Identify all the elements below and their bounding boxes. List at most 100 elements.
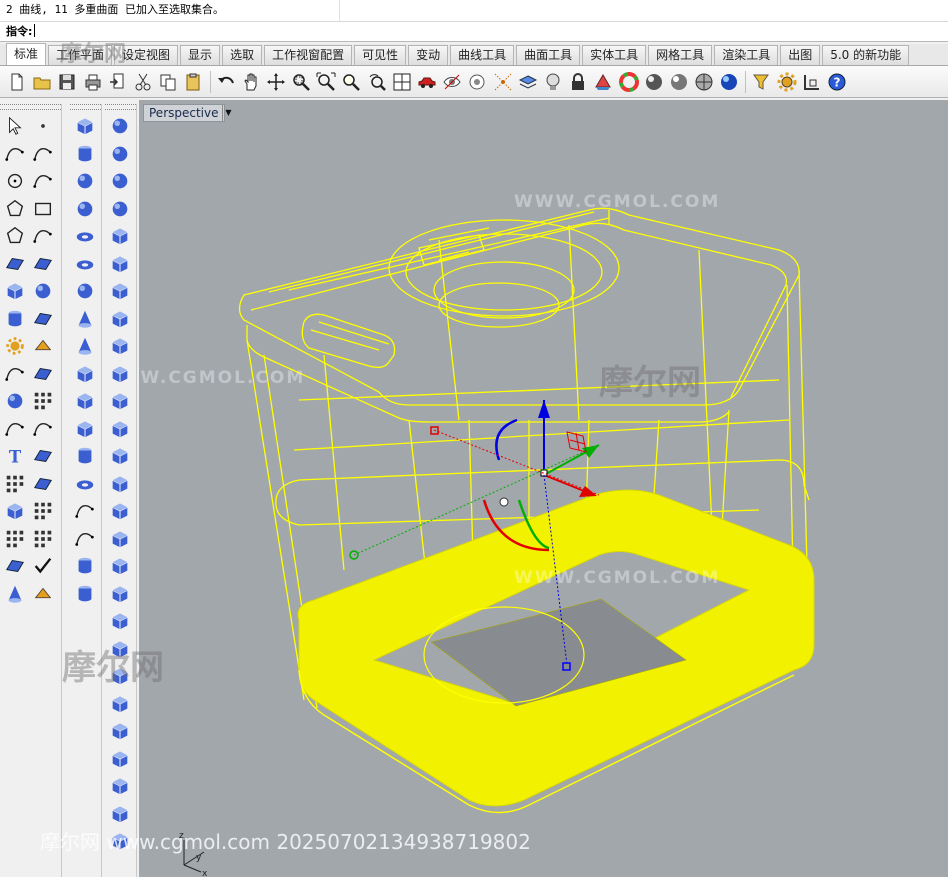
color-wheel-icon[interactable] [618,71,640,93]
tool-cube-icon[interactable] [108,499,132,523]
import-icon[interactable] [107,71,129,93]
tool-cube-icon[interactable] [108,582,132,606]
tool-surf-icon[interactable] [31,444,55,468]
tool-circle-icon[interactable] [3,169,27,193]
tool-grid-icon[interactable] [31,527,55,551]
save-icon[interactable] [56,71,78,93]
rendered-sphere-icon[interactable] [668,71,690,93]
tool-cone-icon[interactable] [73,334,97,358]
ghosted-sphere-icon[interactable] [693,71,715,93]
tool-surf-icon[interactable] [31,472,55,496]
tool-gear-icon[interactable] [3,334,27,358]
tool-cube-icon[interactable] [3,499,27,523]
tool-curve-icon[interactable] [31,417,55,441]
tool-torus-icon[interactable] [73,224,97,248]
tab-7[interactable]: 变动 [408,45,449,65]
tool-cyl-icon[interactable] [73,142,97,166]
tool-cube-icon[interactable] [108,664,132,688]
tool-cube-icon[interactable] [73,114,97,138]
show-icon[interactable] [466,71,488,93]
lock-icon[interactable] [567,71,589,93]
undo-icon[interactable] [215,71,237,93]
tool-cube-icon[interactable] [108,389,132,413]
tool-cube-icon[interactable] [108,417,132,441]
tool-surf-icon[interactable] [31,252,55,276]
tool-cube-icon[interactable] [108,554,132,578]
zoom-extents-icon[interactable] [315,71,337,93]
material-icon[interactable] [592,71,614,93]
palette-grip[interactable] [70,104,101,110]
snap-icon[interactable] [801,71,823,93]
tool-box2-icon[interactable] [31,334,55,358]
tool-curve-icon[interactable] [3,142,27,166]
tool-cube-icon[interactable] [108,279,132,303]
tab-8[interactable]: 曲线工具 [450,45,515,65]
tab-10[interactable]: 实体工具 [582,45,647,65]
light-bulb-icon[interactable] [542,71,564,93]
tool-cube-icon[interactable] [108,224,132,248]
tool-grid-icon[interactable] [31,499,55,523]
print-icon[interactable] [82,71,104,93]
command-input[interactable] [34,24,36,37]
tool-cube-icon[interactable] [108,307,132,331]
help-icon[interactable]: ? [826,71,848,93]
tool-cube-icon[interactable] [3,279,27,303]
tool-sphere-icon[interactable] [108,114,132,138]
tool-sphere-icon[interactable] [108,197,132,221]
tool-cone-icon[interactable] [3,582,27,606]
tool-cone-icon[interactable] [73,307,97,331]
tool-curve-icon[interactable] [3,362,27,386]
tool-surf-icon[interactable] [31,362,55,386]
tool-curve-icon[interactable] [31,224,55,248]
zoom-selected-icon[interactable] [340,71,362,93]
zoom-window-icon[interactable] [290,71,312,93]
paste-icon[interactable] [182,71,204,93]
tool-cube-icon[interactable] [108,527,132,551]
tool-sphere-icon[interactable] [108,169,132,193]
tool-cyl-icon[interactable] [73,582,97,606]
tool-poly-icon[interactable] [3,224,27,248]
tab-11[interactable]: 网格工具 [648,45,713,65]
tool-cube-icon[interactable] [73,417,97,441]
tool-curve-icon[interactable] [31,169,55,193]
tab-1[interactable]: 工作平面 [48,45,113,65]
car-icon[interactable] [416,71,438,93]
tool-rect-icon[interactable] [31,197,55,221]
tool-grid-icon[interactable] [31,389,55,413]
render-icon[interactable] [718,71,740,93]
cut-icon[interactable] [132,71,154,93]
zoom-dynamic-icon[interactable] [366,71,388,93]
tool-surf-icon[interactable] [3,554,27,578]
tab-3[interactable]: 显示 [180,45,221,65]
tab-13[interactable]: 出图 [780,45,821,65]
tool-poly-icon[interactable] [3,197,27,221]
tool-surf-icon[interactable] [3,252,27,276]
tool-sphere-icon[interactable] [73,279,97,303]
copy-icon[interactable] [157,71,179,93]
shaded-sphere-icon[interactable] [643,71,665,93]
perspective-viewport[interactable]: z y x Perspective ▼ WWW.CGMOL.COM WWW.CG… [139,100,948,877]
hide-icon[interactable] [441,71,463,93]
tool-curve-icon[interactable] [3,417,27,441]
viewport-menu-arrow-icon[interactable]: ▼ [222,105,234,121]
tab-9[interactable]: 曲面工具 [516,45,581,65]
tool-grid-icon[interactable] [3,472,27,496]
tab-5[interactable]: 工作视窗配置 [264,45,353,65]
palette-grip[interactable] [105,104,136,110]
tab-2[interactable]: 设定视图 [114,45,179,65]
tool-box2-icon[interactable] [31,582,55,606]
tool-cyl-icon[interactable] [73,444,97,468]
pan-icon[interactable] [240,71,262,93]
tool-sphere-icon[interactable] [31,279,55,303]
tab-4[interactable]: 选取 [222,45,263,65]
tool-sphere-icon[interactable] [73,169,97,193]
tab-0[interactable]: 标准 [6,43,47,65]
tab-6[interactable]: 可见性 [354,45,407,65]
tool-curve-icon[interactable] [73,499,97,523]
tab-12[interactable]: 渲染工具 [714,45,779,65]
tool-cube-icon[interactable] [108,334,132,358]
tool-cube-icon[interactable] [108,692,132,716]
tool-cube-icon[interactable] [108,362,132,386]
filter-icon[interactable] [750,71,772,93]
tool-cube-icon[interactable] [73,362,97,386]
